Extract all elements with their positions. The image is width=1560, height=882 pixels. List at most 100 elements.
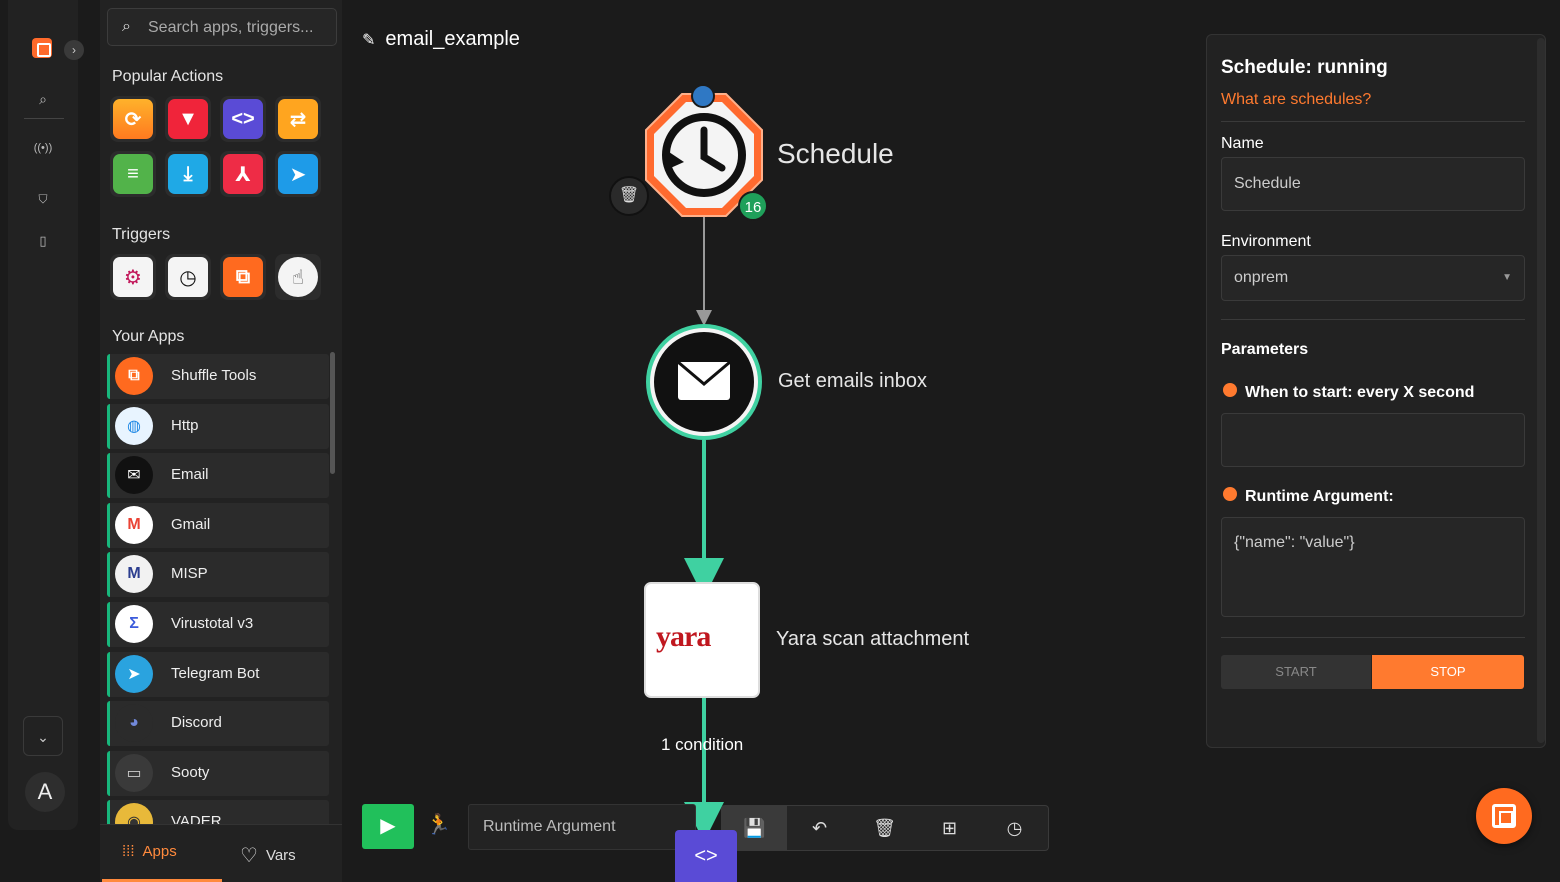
email-node-label[interactable]: Get emails inbox (778, 370, 927, 393)
runner-icon[interactable]: 🏃 (426, 812, 451, 837)
app-list-item-label: Sooty (171, 763, 210, 781)
sidebar: ⌕ Popular Actions ⟳ ▼ <> ⇄ ≡ ⤓ ⅄ ➤ Trigg… (100, 0, 342, 882)
code-icon: <> (223, 99, 263, 139)
tab-apps[interactable]: ⁞⁞⁞ Apps (122, 843, 177, 860)
app-list-item-label: VADER (171, 813, 222, 824)
parameters-label: Parameters (1221, 341, 1309, 358)
trash-button[interactable]: 🗑 (852, 806, 917, 850)
popular-actions-title: Popular Actions (112, 68, 224, 85)
yara-logo: yara (656, 620, 711, 653)
vader-icon: ◉ (115, 803, 153, 824)
swap-icon: ⇄ (278, 99, 318, 139)
name-field[interactable]: Schedule (1221, 157, 1525, 211)
triggers-grid: ⚙ ◷ ⧉ ☝ (110, 254, 321, 300)
schedules-help-link[interactable]: What are schedules? (1221, 91, 1371, 109)
apps-list: ⧉ Shuffle Tools ◍ Http ✉ Email M Gmail M MISP Σ Vir… (107, 354, 329, 824)
repeat-action-tile[interactable]: ⟳ (110, 96, 156, 142)
undo-button[interactable]: ↶ (787, 806, 852, 850)
stop-button[interactable]: STOP (1372, 655, 1524, 689)
sigma-icon: Σ (115, 604, 153, 643)
search-icon: ⌕ (122, 18, 131, 35)
chevron-down-icon[interactable]: ⌄ (23, 716, 63, 756)
search-icon[interactable]: ⌕ (32, 88, 54, 110)
app-list-item-label: Shuffle Tools (171, 367, 257, 384)
name-label: Name (1221, 135, 1264, 152)
swap-action-tile[interactable]: ⇄ (275, 96, 321, 142)
left-rail: › ⌕ ((•)) ⛉ ▯ ⌄ A (8, 0, 84, 830)
chevron-right-icon[interactable]: › (64, 40, 84, 60)
webhook-trigger-tile[interactable]: ⚙ (110, 254, 156, 300)
app-list-item[interactable]: ▭ Sooty (107, 750, 329, 796)
shield-icon[interactable]: ⛉ (32, 188, 54, 210)
environment-label: Environment (1221, 233, 1311, 250)
apps-scrollbar[interactable] (330, 352, 335, 474)
search-input[interactable] (148, 15, 332, 41)
shuffle-help-button[interactable] (1476, 788, 1532, 844)
code-editor-button[interactable]: <> (675, 830, 737, 882)
runtime-argument-input[interactable]: Runtime Argument (468, 804, 696, 850)
panel-title: Schedule: running (1221, 57, 1388, 78)
discord-icon: ◕ (115, 704, 153, 743)
app-list-item-label: MISP (171, 565, 208, 583)
grid-icon: ⁞⁞⁞ (122, 843, 135, 860)
when-to-start-field[interactable] (1221, 413, 1525, 467)
broadcast-icon[interactable]: ((•)) (32, 137, 54, 159)
start-button[interactable]: START (1221, 655, 1371, 689)
panel-divider (1221, 319, 1525, 320)
hand-pointer-icon: ☝ (278, 257, 318, 297)
yara-node-label[interactable]: Yara scan attachment (776, 628, 969, 651)
merge-action-tile[interactable]: ⅄ (220, 151, 266, 197)
globe-icon: ◍ (115, 406, 153, 445)
node-config-panel: Schedule: running What are schedules? Na… (1206, 34, 1546, 748)
database-action-tile[interactable]: ≡ (110, 151, 156, 197)
app-list-item[interactable]: ◍ Http (107, 403, 329, 449)
user-input-trigger-tile[interactable]: ☝ (275, 254, 321, 300)
your-apps-title: Your Apps (112, 328, 185, 345)
rail-divider (24, 118, 64, 119)
send-action-tile[interactable]: ➤ (275, 151, 321, 197)
subflow-trigger-tile[interactable]: ⧉ (220, 254, 266, 300)
app-list-item[interactable]: ➤ Telegram Bot (107, 651, 329, 697)
run-workflow-button[interactable]: ▶ (362, 804, 414, 849)
condition-label[interactable]: 1 condition (661, 735, 743, 755)
app-list-item[interactable]: ◉ VADER (107, 800, 329, 824)
panel-scrollbar[interactable] (1537, 38, 1545, 743)
document-icon[interactable]: ▯ (32, 230, 54, 252)
repeat-icon: ⟳ (113, 99, 153, 139)
triggers-title: Triggers (112, 226, 171, 243)
avatar[interactable]: A (25, 772, 65, 812)
required-dot (1223, 383, 1237, 397)
tab-vars[interactable]: ♡ Vars (240, 843, 296, 868)
webhook-icon: ⚙ (113, 257, 153, 297)
merge-icon: ⅄ (223, 154, 263, 194)
download-action-tile[interactable]: ⤓ (165, 151, 211, 197)
shuffle-logo-icon[interactable] (32, 38, 52, 58)
environment-select[interactable]: onprem ▼ (1221, 255, 1525, 301)
runtime-argument-label: Runtime Argument: (1245, 488, 1394, 505)
app-list-item[interactable]: M Gmail (107, 502, 329, 548)
schedule-trigger-tile[interactable]: ◷ (165, 254, 211, 300)
workflow-name: email_example (385, 28, 520, 50)
app-list-item-label: Http (171, 416, 199, 434)
code-action-tile[interactable]: <> (220, 96, 266, 142)
app-list-item[interactable]: M MISP (107, 552, 329, 598)
database-add-icon: ≡ (113, 154, 153, 194)
app-list-item-label: Discord (171, 714, 222, 732)
app-list-item[interactable]: Σ Virustotal v3 (107, 601, 329, 647)
history-button[interactable]: ◷ (982, 806, 1047, 850)
filter-action-tile[interactable]: ▼ (165, 96, 211, 142)
runtime-argument-field[interactable]: {"name": "value"} (1221, 517, 1525, 617)
schedule-node-label[interactable]: Schedule (777, 138, 894, 170)
canvas-toolbar: 💾 ↶ 🗑 ⊞ ◷ (721, 805, 1049, 851)
tab-vars-label: Vars (265, 847, 296, 864)
when-to-start-label: When to start: every X second (1245, 384, 1475, 401)
add-comment-button[interactable]: ⊞ (917, 806, 982, 850)
workflow-title[interactable]: ✎ email_example (362, 28, 520, 51)
delete-node-button[interactable]: 🗑 (609, 176, 649, 216)
envelope-icon: ✉ (115, 456, 153, 495)
app-list-item[interactable]: ⧉ Shuffle Tools (107, 354, 329, 399)
popular-actions-grid: ⟳ ▼ <> ⇄ ≡ ⤓ ⅄ ➤ (110, 96, 321, 197)
panel-divider (1221, 637, 1525, 638)
app-list-item[interactable]: ◕ Discord (107, 701, 329, 747)
app-list-item[interactable]: ✉ Email (107, 453, 329, 499)
